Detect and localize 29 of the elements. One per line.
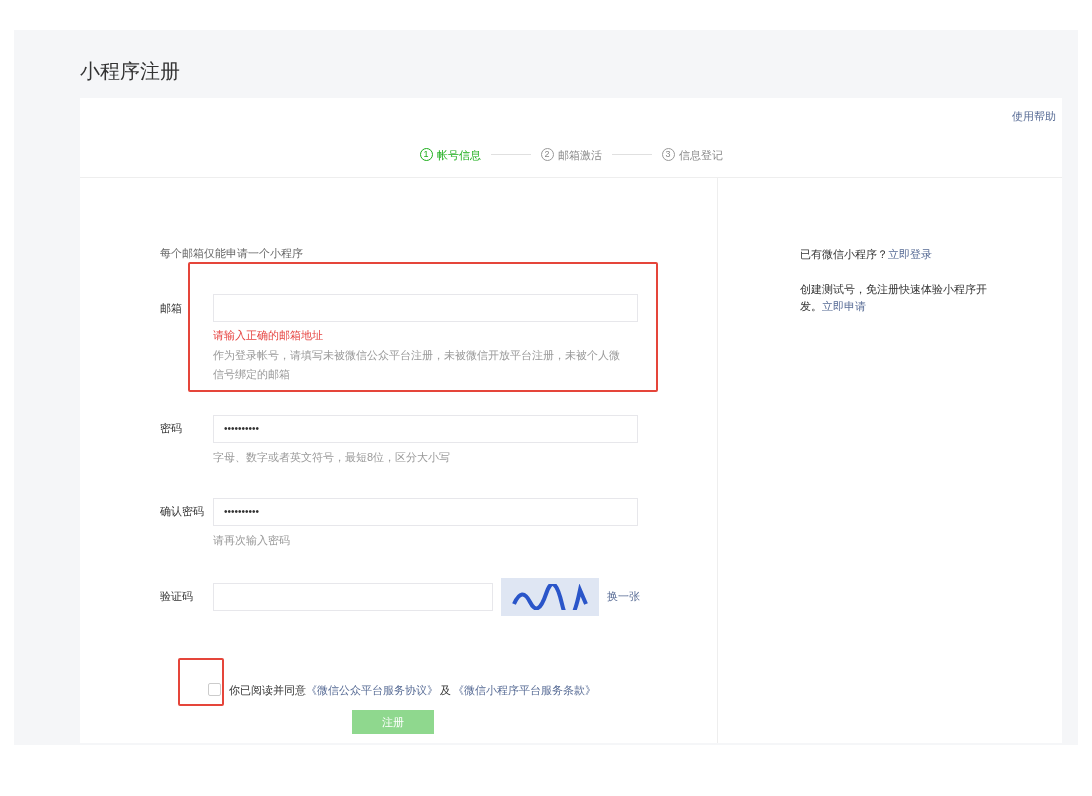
step-tab[interactable]: 2 邮箱激活: [540, 146, 602, 163]
password-field[interactable]: ••••••••••: [213, 414, 638, 443]
test-account-text: 创建测试号，免注册快速体验小程序开发。立即申请: [800, 281, 988, 314]
existing-account-text: 已有微信小程序？: [800, 248, 888, 260]
field-hint: 作为登录帐号，请填写未被微信公众平台注册，未被微信开放平台注册，未被个人微信号绑定的邮箱: [213, 347, 621, 382]
field-label: 密码: [160, 421, 183, 437]
form-note: 每个邮箱仅能申请一个小程序: [160, 246, 304, 260]
field-label: 确认密码: [160, 504, 205, 520]
service-terms-link[interactable]: 《微信小程序平台服务条款》: [453, 681, 596, 698]
field-label: 验证码: [160, 589, 194, 605]
agreement-text: 你已阅读并同意: [229, 682, 306, 698]
refresh-captcha-link[interactable]: 换一张: [607, 588, 640, 605]
field-hint: 字母、数字或者英文符号，最短8位，区分大小写: [213, 449, 452, 465]
captcha-field[interactable]: [213, 582, 493, 611]
agreement-checkbox[interactable]: [208, 683, 221, 697]
field-hint: 请再次输入密码: [213, 532, 291, 548]
field-label: 邮箱: [160, 300, 183, 316]
squiggle-icon: [510, 583, 590, 610]
apply-link[interactable]: 立即申请: [822, 299, 866, 312]
error-message: 请输入正确的邮箱地址: [213, 328, 324, 343]
service-agreement-link[interactable]: 《微信公众平台服务协议》: [306, 681, 438, 698]
email-field[interactable]: [213, 294, 638, 322]
password-field[interactable]: ••••••••••: [213, 497, 638, 526]
conjunction-text: 及: [440, 682, 451, 698]
help-link[interactable]: 使用帮助: [1012, 108, 1056, 125]
page-title: 小程序注册: [80, 59, 181, 84]
step-tab[interactable]: 1 帐号信息: [419, 146, 481, 163]
step-tab[interactable]: 3 信息登记: [661, 146, 723, 163]
login-link[interactable]: 立即登录: [888, 248, 932, 260]
